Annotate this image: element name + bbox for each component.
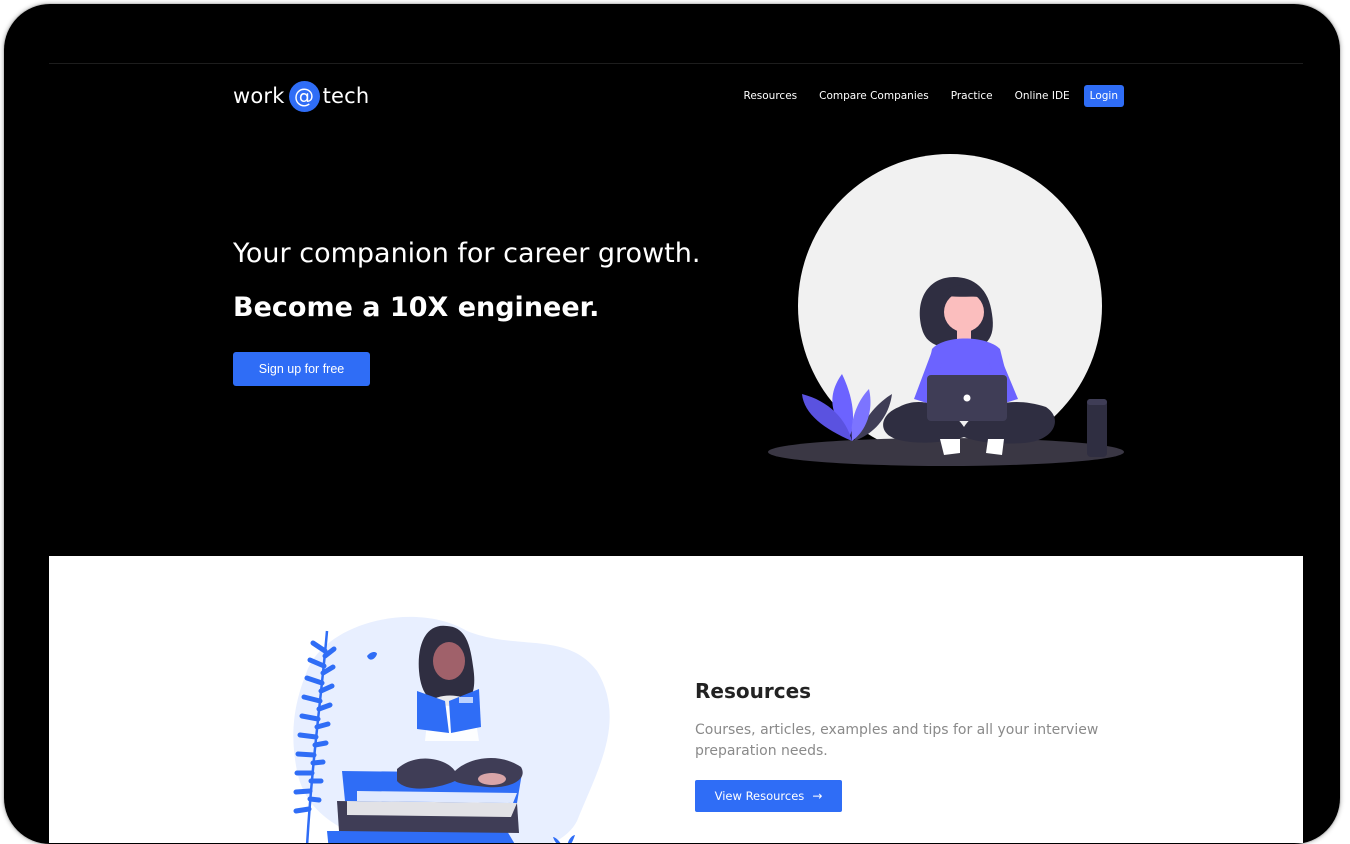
view-resources-label: View Resources (714, 789, 805, 803)
nav-item-compare-companies[interactable]: Compare Companies (819, 90, 929, 102)
resources-section: Resources Courses, articles, examples an… (49, 556, 1303, 843)
hero-subtitle: Become a 10X engineer. (233, 292, 600, 323)
arrow-right-icon: → (812, 789, 823, 803)
smart-speaker-icon (1087, 399, 1107, 457)
hero-title: Your companion for career growth. (233, 238, 701, 269)
hero-section: work @ tech Resources Compare Companies … (49, 63, 1303, 556)
nav-item-practice[interactable]: Practice (951, 90, 993, 102)
top-navbar: work @ tech Resources Compare Companies … (49, 64, 1303, 126)
laptop-icon (927, 375, 1007, 421)
browser-viewport: work @ tech Resources Compare Companies … (49, 63, 1303, 843)
logo-text-work: work (233, 84, 285, 108)
nav-item-resources[interactable]: Resources (744, 90, 798, 102)
resources-title: Resources (695, 679, 812, 703)
device-frame: work @ tech Resources Compare Companies … (4, 4, 1340, 844)
logo-text-tech: tech (322, 84, 370, 108)
nav-links: Resources Compare Companies Practice Onl… (722, 85, 1124, 107)
woman-with-laptop-illustration (768, 154, 1124, 466)
signup-button[interactable]: Sign up for free (233, 352, 370, 386)
login-button[interactable]: Login (1083, 85, 1124, 107)
nav-item-online-ide[interactable]: Online IDE (1015, 90, 1070, 102)
woman-reading-on-books-illustration (293, 616, 610, 843)
view-resources-button[interactable]: View Resources → (695, 780, 842, 812)
resources-description: Courses, articles, examples and tips for… (695, 722, 1099, 759)
site-logo[interactable]: work @ tech (233, 80, 369, 112)
logo-at-icon: @ (288, 80, 320, 112)
